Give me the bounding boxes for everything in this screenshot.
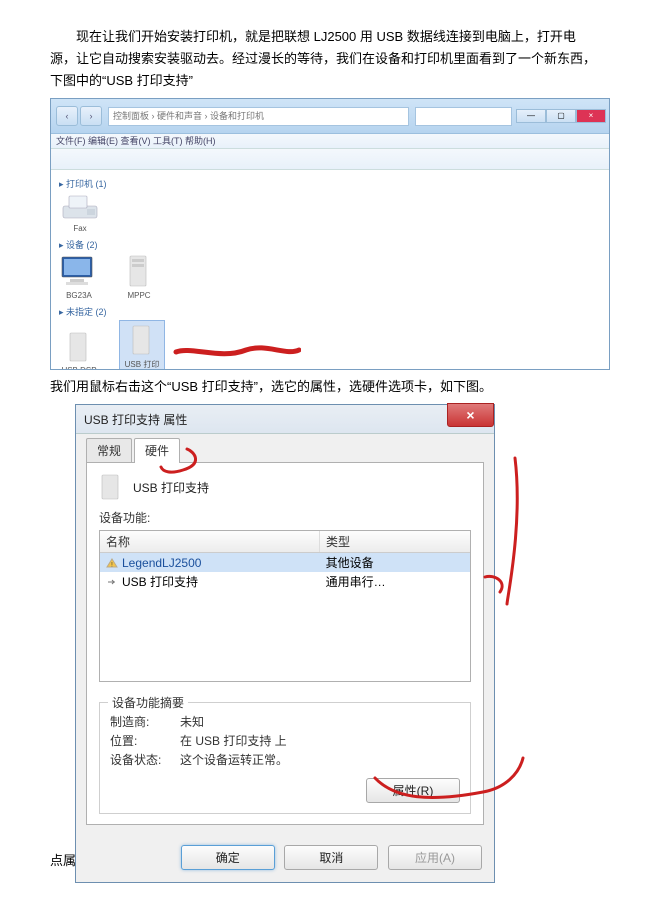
device-label: USB 打印支持 — [122, 359, 162, 370]
device-functions-label: 设备功能: — [99, 509, 471, 526]
dialog-title: USB 打印支持 属性 — [84, 411, 187, 428]
menu-bar[interactable]: 文件(F) 编辑(E) 查看(V) 工具(T) 帮助(H) — [51, 134, 609, 149]
properties-button[interactable]: 属性(R) — [366, 778, 460, 803]
loc-label: 位置: — [110, 732, 180, 749]
search-input[interactable] — [415, 107, 512, 126]
properties-dialog: USB 打印支持 属性 × 常规 硬件 USB 打印支持 — [75, 404, 495, 883]
device-usb-print-support[interactable]: USB 打印支持 — [119, 320, 165, 370]
device-label: MPPC — [119, 291, 159, 300]
mfr-value: 未知 — [180, 713, 204, 730]
apply-button[interactable]: 应用(A) — [388, 845, 482, 870]
device-usb-dsp[interactable]: USB DSP Device — [59, 330, 99, 370]
tab-panel: USB 打印支持 设备功能: 名称 类型 ! LegendLJ2500 — [86, 463, 484, 825]
dialog-titlebar: USB 打印支持 属性 × — [76, 405, 494, 434]
cancel-button[interactable]: 取消 — [284, 845, 378, 870]
list-item-name: LegendLJ2500 — [122, 556, 201, 570]
maximize-button[interactable]: ▢ — [546, 109, 576, 123]
list-item-type: 其他设备 — [320, 553, 470, 572]
device-label: BG23A — [59, 291, 99, 300]
list-item-name: USB 打印支持 — [122, 573, 198, 590]
stat-label: 设备状态: — [110, 751, 180, 768]
devices-content: ▸ 打印机 (1) Fax ▸ 设备 (2) — [51, 170, 609, 370]
device-fax[interactable]: Fax — [59, 192, 101, 233]
tab-strip: 常规 硬件 — [86, 440, 484, 463]
device-label: Fax — [59, 224, 101, 233]
list-item-type: 通用串行… — [320, 572, 470, 591]
list-item[interactable]: USB 打印支持 通用串行… — [100, 572, 470, 591]
close-button[interactable]: × — [576, 109, 606, 123]
device-label: USB DSP Device — [59, 366, 99, 370]
list-item-selected[interactable]: ! LegendLJ2500 其他设备 — [100, 553, 470, 572]
section-printers[interactable]: ▸ 打印机 (1) — [59, 177, 601, 190]
tab-general[interactable]: 常规 — [86, 438, 132, 462]
panel-title: USB 打印支持 — [133, 479, 209, 496]
mfr-label: 制造商: — [110, 713, 180, 730]
section-unspecified[interactable]: ▸ 未指定 (2) — [59, 305, 601, 318]
toolbar — [51, 149, 609, 170]
body-paragraph-2: 我们用鼠标右击这个“USB 打印支持”，选它的属性，选硬件选项卡，如下图。 — [50, 376, 600, 398]
device-box-icon — [127, 323, 157, 357]
fax-icon — [59, 192, 101, 222]
device-monitor[interactable]: BG23A — [59, 253, 99, 300]
devices-window: ‹ › 控制面板 › 硬件和声音 › 设备和打印机 — ▢ × 文件(F) 编辑… — [50, 98, 610, 370]
address-bar[interactable]: 控制面板 › 硬件和声音 › 设备和打印机 — [108, 107, 409, 126]
summary-legend: 设备功能摘要 — [108, 694, 188, 711]
close-button[interactable]: × — [447, 403, 494, 427]
nav-forward-button[interactable]: › — [80, 106, 102, 126]
device-tower[interactable]: MPPC — [119, 253, 159, 300]
warning-icon: ! — [106, 558, 118, 568]
window-titlebar: ‹ › 控制面板 › 硬件和声音 › 设备和打印机 — ▢ × — [51, 99, 609, 134]
ok-button[interactable]: 确定 — [181, 845, 275, 870]
tab-hardware[interactable]: 硬件 — [134, 438, 180, 463]
tower-icon — [120, 253, 158, 289]
usb-icon — [106, 577, 118, 587]
monitor-icon — [60, 253, 98, 289]
nav-back-button[interactable]: ‹ — [56, 106, 78, 126]
close-icon: × — [466, 407, 474, 423]
body-paragraph-1: 现在让我们开始安装打印机，就是把联想 LJ2500 用 USB 数据线连接到电脑… — [50, 26, 600, 92]
col-header-type[interactable]: 类型 — [320, 531, 470, 552]
device-box-icon — [99, 473, 123, 501]
device-box-icon — [64, 330, 94, 364]
section-devices[interactable]: ▸ 设备 (2) — [59, 238, 601, 251]
summary-group: 设备功能摘要 制造商: 未知 位置: 在 USB 打印支持 上 设备状态: 这个… — [99, 702, 471, 814]
device-list[interactable]: 名称 类型 ! LegendLJ2500 其他设备 — [99, 530, 471, 682]
minimize-button[interactable]: — — [516, 109, 546, 123]
loc-value: 在 USB 打印支持 上 — [180, 732, 287, 749]
col-header-name[interactable]: 名称 — [100, 531, 320, 552]
stat-value: 这个设备运转正常。 — [180, 751, 288, 768]
